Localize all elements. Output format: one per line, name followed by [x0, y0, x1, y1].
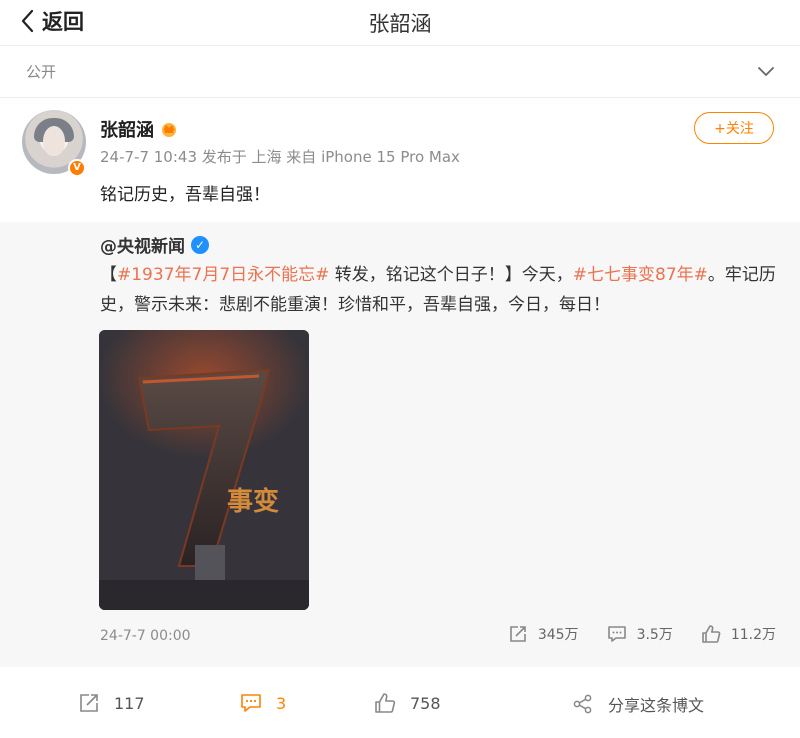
visibility-label: 公开: [26, 63, 57, 81]
thumbs-up-icon: [702, 625, 721, 643]
author-info: 张韶涵: [100, 116, 178, 142]
repost-comment-stat[interactable]: 3.5万: [607, 624, 673, 644]
hashtag-link[interactable]: #1937年7月7日永不能忘#: [117, 265, 329, 285]
author-name[interactable]: 张韶涵: [100, 116, 154, 142]
share-label: 分享这条博文: [608, 696, 705, 715]
post-header: 张韶涵 24-7-7 10:43 发布于 上海 来自 iPhone 15 Pro…: [0, 98, 800, 222]
like-count: 758: [410, 693, 441, 713]
repost-date: 24-7-7 00:00: [100, 628, 191, 644]
hashtag-link[interactable]: #七七事变87年#: [573, 265, 708, 285]
repost-like-stat[interactable]: 11.2万: [701, 624, 776, 644]
repost-count: 117: [114, 693, 145, 713]
repost-author: @央视新闻 ✓: [100, 232, 209, 257]
like-count: 11.2万: [730, 627, 776, 643]
share-button[interactable]: 分享这条博文: [572, 692, 704, 716]
verified-check-icon: ✓: [191, 235, 209, 254]
poster-char: 事变: [227, 486, 279, 517]
comment-icon: [241, 694, 261, 712]
repost-button[interactable]: 117: [78, 692, 145, 714]
repost-stats: 345万 3.5万 11.2万: [480, 624, 776, 644]
action-bar: 117 3 758 分享这条博文: [0, 680, 800, 726]
text-fragment: 转发，铭记这个日子！】今天，: [329, 265, 573, 285]
repost-icon: [80, 694, 98, 712]
comment-button[interactable]: 3: [240, 692, 286, 714]
repost-author-name[interactable]: @央视新闻: [100, 232, 185, 257]
crown-icon: [162, 123, 176, 137]
repost-image[interactable]: 事变: [99, 330, 309, 610]
text-fragment: 【: [100, 265, 117, 285]
repost-text: 【#1937年7月7日永不能忘# 转发，铭记这个日子！】今天，#七七事变87年#…: [100, 260, 780, 320]
poster-graphic: 事变: [99, 330, 309, 610]
visibility-selector[interactable]: 公开: [0, 46, 800, 98]
verified-badge-icon: V: [68, 159, 86, 177]
comment-count: 3.5万: [636, 627, 673, 643]
repost-icon: [510, 626, 526, 642]
repost-count: 345万: [537, 627, 579, 643]
post-meta: 24-7-7 10:43 发布于 上海 来自 iPhone 15 Pro Max: [100, 148, 460, 166]
repost-card[interactable]: @央视新闻 ✓ 【#1937年7月7日永不能忘# 转发，铭记这个日子！】今天，#…: [0, 222, 800, 667]
top-nav-bar: 返回 张韶涵: [0, 0, 800, 46]
chevron-down-icon: [758, 66, 774, 76]
comment-icon: [607, 626, 626, 642]
share-icon: [573, 694, 592, 714]
thumbs-up-icon: [375, 693, 396, 713]
like-button[interactable]: 758: [374, 692, 441, 714]
comment-count: 3: [276, 693, 287, 713]
page-title: 张韶涵: [368, 12, 432, 36]
follow-button[interactable]: +关注: [694, 112, 774, 144]
repost-share-stat[interactable]: 345万: [508, 624, 579, 644]
post-text: 铭记历史，吾辈自强！: [100, 185, 270, 205]
